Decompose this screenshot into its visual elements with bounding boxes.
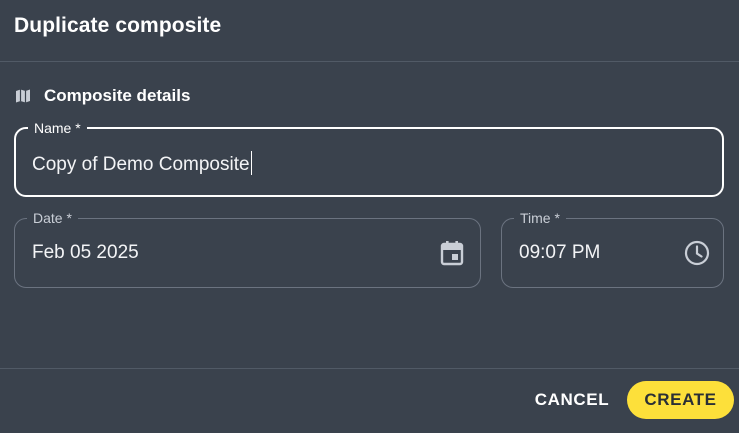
name-label: Name * (28, 119, 87, 137)
time-input[interactable]: 09:07 PM (519, 242, 600, 264)
dialog-title: Duplicate composite (14, 14, 222, 37)
section-header: Composite details (14, 84, 190, 108)
duplicate-composite-dialog: Duplicate composite Composite details Na… (0, 0, 739, 433)
clock-icon[interactable] (683, 239, 711, 267)
date-field[interactable]: Date * Feb 05 2025 (14, 209, 481, 288)
time-field[interactable]: Time * 09:07 PM (501, 209, 724, 288)
dialog-header: Duplicate composite (0, 0, 739, 62)
dialog-footer: CANCEL CREATE (0, 368, 739, 433)
section-title: Composite details (44, 86, 191, 105)
date-label: Date * (27, 209, 78, 227)
name-input-value: Copy of Demo Composite (32, 154, 250, 175)
date-input[interactable]: Feb 05 2025 (32, 242, 139, 264)
calendar-icon[interactable] (438, 239, 466, 267)
name-input[interactable]: Copy of Demo Composite (32, 151, 252, 176)
time-label: Time * (514, 209, 566, 227)
map-icon (14, 87, 32, 105)
text-caret (250, 151, 252, 175)
cancel-button[interactable]: CANCEL (525, 381, 619, 419)
name-field[interactable]: Name * Copy of Demo Composite (14, 119, 724, 197)
create-button[interactable]: CREATE (627, 381, 734, 419)
